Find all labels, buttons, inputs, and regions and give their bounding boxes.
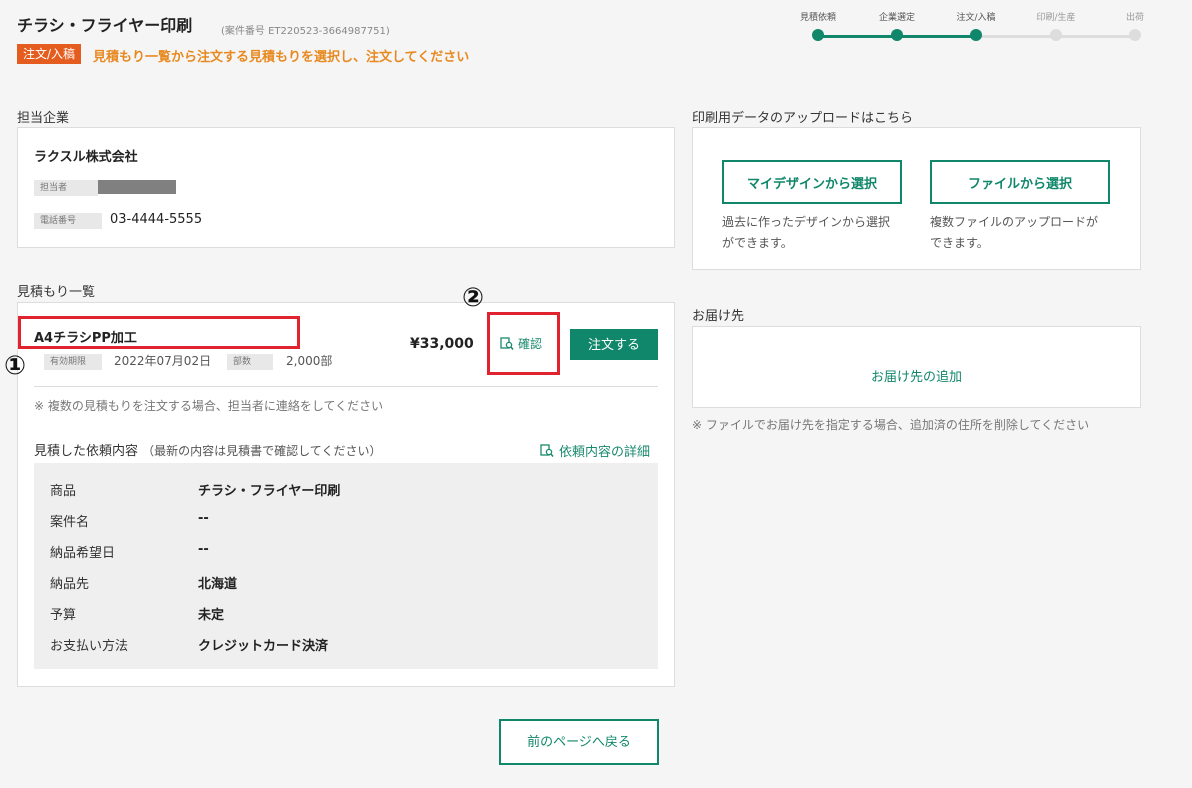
contact-tag: 担当者 [34,180,98,196]
row-value-budget: 未定 [198,608,225,623]
step-order: 注文/入稿 [946,10,1006,41]
step-estimate-request: 見積依頼 [788,10,848,41]
multi-quote-note: ※ 複数の見積もりを注文する場合、担当者に連絡をしてください [34,399,384,413]
order-button[interactable]: 注文する [570,329,658,360]
progress-stepper: 見積依頼 企業選定 注文/入稿 印刷/生産 出荷 [790,10,1160,50]
case-number: (案件番号 ET220523-3664987751) [221,26,390,37]
my-design-desc-line: ができます。 [722,236,793,250]
document-search-icon [540,443,554,458]
step-printing: 印刷/生産 [1026,10,1086,41]
quotes-section-label: 見積もり一覧 [17,285,96,300]
expiry-tag: 有効期限 [44,354,102,370]
delivery-note: ※ ファイルでお届け先を指定する場合、追加済の住所を削除してください [692,418,1090,432]
delivery-section-label: お届け先 [692,309,745,324]
page-title: チラシ・フライヤー印刷 [17,16,193,35]
step-dot [891,29,903,41]
annotation-marker-1: ① [4,351,27,381]
row-label-delivery-place: 納品先 [50,577,90,592]
expiry-date: 2022年07月02日 [114,354,212,368]
confirm-button[interactable]: 確認 [500,335,542,352]
row-label-delivery-date: 納品希望日 [50,546,116,561]
row-value-delivery-place: 北海道 [198,577,238,592]
contact-name-redacted [98,180,176,194]
row-label-product: 商品 [50,484,77,499]
phone-number: 03-4444-5555 [110,212,203,227]
quote-price: ¥33,000 [410,336,474,352]
document-search-icon [500,336,514,351]
step-dot [1129,29,1141,41]
step-shipping: 出荷 [1105,10,1165,41]
divider [34,386,658,387]
request-title-label: 見積した依頼内容 [34,444,139,459]
row-label-budget: 予算 [50,608,77,623]
back-button[interactable]: 前のページへ戻る [499,719,659,765]
file-description: 複数ファイルのアップロードが できます。 [930,212,1130,254]
confirm-label: 確認 [518,337,543,351]
add-delivery-link[interactable]: お届け先の追加 [692,366,1141,385]
company-section-label: 担当企業 [17,111,70,126]
step-company-select: 企業選定 [867,10,927,41]
row-label-payment: お支払い方法 [50,639,129,654]
row-value-case-name: -- [198,511,209,526]
my-design-desc-line: 過去に作ったデザインから選択 [722,215,891,229]
file-select-button[interactable]: ファイルから選択 [930,160,1110,204]
step-dot [970,29,982,41]
step-dot [812,29,824,41]
my-design-description: 過去に作ったデザインから選択 ができます。 [722,212,912,254]
request-title-note: （最新の内容は見積書で確認してください） [142,444,382,458]
annotation-marker-2: ② [462,283,485,313]
my-design-select-button[interactable]: マイデザインから選択 [722,160,902,204]
highlight-box-1 [18,316,300,349]
company-name: ラクスル株式会社 [34,150,138,165]
file-desc-line: できます。 [930,236,989,250]
step-dot [1050,29,1062,41]
quantity-tag: 部数 [227,354,273,370]
row-value-delivery-date: -- [198,542,209,557]
row-value-payment: クレジットカード決済 [198,639,329,654]
status-badge: 注文/入稿 [17,44,82,64]
row-value-product: チラシ・フライヤー印刷 [198,484,341,499]
row-label-case-name: 案件名 [50,515,90,530]
request-content-title: 見積した依頼内容 （最新の内容は見積書で確認してください） [34,440,381,459]
request-detail-link[interactable]: 依頼内容の詳細 [540,441,650,460]
instruction-text: 見積もり一覧から注文する見積もりを選択し、注文してください [93,50,470,65]
quantity-value: 2,000部 [286,354,333,368]
detail-link-label: 依頼内容の詳細 [559,445,651,460]
file-desc-line: 複数ファイルのアップロードが [930,215,1099,229]
upload-section-label: 印刷用データのアップロードはこちら [692,111,914,126]
phone-tag: 電話番号 [34,213,102,229]
